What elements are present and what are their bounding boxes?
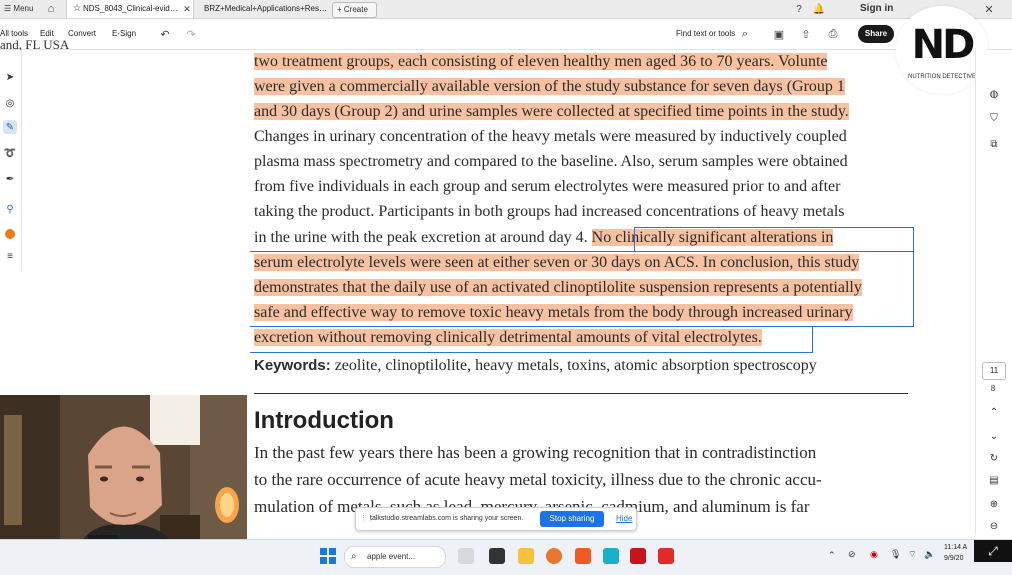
keywords-label: Keywords:: [254, 357, 331, 374]
volume-icon[interactable]: 🔈: [924, 549, 935, 560]
document-icon[interactable]: ▤: [986, 472, 1002, 488]
screen-share-banner: ⋮⋮ talkstudio.streamlabs.com is sharing …: [355, 507, 637, 531]
convert-menu[interactable]: Convert: [68, 19, 96, 49]
search-icon[interactable]: ⌕: [738, 27, 752, 41]
right-sidebar: ◍ ⛉ ⧉ 11 8 ⌃ ⌄ ↻ ▤ ⊕ ⊖: [975, 50, 1012, 535]
abstract-line: and 30 days (Group 2) and urine samples …: [254, 103, 849, 120]
tab-label: NDS_8043_Clinical-evid…: [83, 4, 178, 13]
page-number-field[interactable]: 11: [982, 362, 1006, 380]
upload-icon[interactable]: ⇧: [799, 27, 813, 41]
close-icon[interactable]: ✕: [181, 2, 193, 16]
pin-icon[interactable]: ⚲: [3, 202, 17, 216]
tab-active[interactable]: ☆ NDS_8043_Clinical-evid… ✕: [66, 0, 194, 18]
esign-menu[interactable]: E-Sign: [112, 19, 136, 49]
pdf-document-view: two treatment groups, each consisting of…: [250, 50, 920, 535]
keywords-text: zeolite, clinoptilolite, heavy metals, t…: [334, 357, 817, 374]
taskbar-date: 9/9/20: [944, 555, 964, 562]
home-icon[interactable]: ⌂: [44, 2, 58, 16]
browser-menu-button[interactable]: ☰ Menu: [4, 0, 33, 18]
chevron-down-icon[interactable]: ⌄: [986, 428, 1002, 444]
cursor-icon[interactable]: ➤: [3, 70, 17, 84]
hide-link[interactable]: Hide: [616, 508, 632, 530]
browser-tab-bar: ☰ Menu ⌂ ☆ NDS_8043_Clinical-evid… ✕ BRZ…: [0, 0, 1012, 19]
text-selection-box[interactable]: [634, 227, 914, 252]
print-icon[interactable]: ⎙: [826, 27, 840, 41]
zoom-in-icon[interactable]: ⊕: [986, 496, 1002, 512]
wifi-icon[interactable]: ⌔: [908, 549, 916, 560]
text-selection-box[interactable]: [250, 326, 813, 353]
mic-icon[interactable]: 🎙: [890, 549, 901, 560]
menu-lines-icon: ☰: [4, 4, 14, 13]
tab-inactive[interactable]: BRZ+Medical+Applications+Res…: [196, 0, 327, 18]
help-icon[interactable]: ?: [792, 2, 806, 16]
abstract-line: from five individuals in each group and …: [254, 178, 841, 195]
tray-icon[interactable]: ⊘: [848, 549, 856, 560]
left-tool-rail: ➤ ◎ ✎ ➰ ✒ ⚲ ≡: [0, 50, 22, 270]
tray-record-icon[interactable]: ◉: [870, 549, 878, 560]
comment-icon[interactable]: ◎: [3, 96, 17, 110]
intro-line: In the past few years there has been a g…: [254, 443, 817, 462]
plus-icon: +: [337, 5, 344, 14]
share-button[interactable]: Share: [858, 25, 894, 43]
chevron-up-icon[interactable]: ⌃: [986, 404, 1002, 420]
color-dot-icon[interactable]: [3, 227, 17, 241]
menu-lines-icon[interactable]: ≡: [3, 249, 17, 263]
bookmark-icon[interactable]: ⛉: [986, 110, 1002, 126]
windows-taskbar: ⌕ apple event... ⌃ ⊘ ◉ 🎙 ⌔ 🔈 11:14 A 9/9…: [0, 539, 1012, 575]
page-total: 8: [990, 384, 996, 393]
widgets-icon[interactable]: [458, 548, 474, 564]
taskbar-search-text: apple event...: [367, 552, 416, 561]
file-explorer-icon[interactable]: [518, 548, 534, 564]
comment-panel-icon[interactable]: ◍: [986, 86, 1002, 102]
lasso-icon[interactable]: ➰: [3, 146, 17, 160]
stamp-icon[interactable]: ✒: [3, 172, 17, 186]
app-toolbar: All tools Edit Convert E-Sign ↶ ↷ Find t…: [0, 19, 1012, 50]
expand-icon[interactable]: ⤢: [974, 540, 1012, 562]
abstract-line: Changes in urinary concentration of the …: [254, 128, 847, 145]
refresh-icon[interactable]: ↻: [986, 450, 1002, 466]
save-icon[interactable]: ▣: [772, 27, 786, 41]
stop-sharing-button[interactable]: Stop sharing: [540, 511, 604, 527]
bell-icon[interactable]: 🔔: [812, 2, 826, 16]
highlight-pen-icon[interactable]: ✎: [3, 120, 17, 134]
zoom-out-icon[interactable]: ⊖: [986, 518, 1002, 534]
sign-in-link[interactable]: Sign in: [860, 0, 893, 18]
abstract-line: taking the product. Participants in both…: [254, 203, 845, 220]
abstract-line: plasma mass spectrometry and compared to…: [254, 153, 848, 170]
redo-icon[interactable]: ↷: [184, 27, 198, 41]
search-icon: ⌕: [351, 551, 357, 562]
windows-start-icon[interactable]: [320, 548, 336, 564]
intro-line: to the rare occurrence of acute heavy me…: [254, 470, 822, 489]
taskbar-search[interactable]: ⌕ apple event...: [344, 546, 446, 568]
find-text-input[interactable]: Find text or tools: [676, 19, 735, 49]
streamlabs-icon[interactable]: [658, 548, 674, 564]
firefox-icon[interactable]: [546, 548, 562, 564]
create-tab-button[interactable]: + Create: [332, 2, 377, 18]
abstract-line: two treatment groups, each consisting of…: [254, 53, 828, 70]
taskbar-time: 11:14 A: [944, 544, 968, 551]
window-close-icon[interactable]: ✕: [982, 2, 996, 16]
task-view-icon[interactable]: [489, 548, 505, 564]
pages-icon[interactable]: ⧉: [986, 136, 1002, 152]
acrobat-icon[interactable]: [630, 548, 646, 564]
undo-icon[interactable]: ↶: [158, 27, 172, 41]
abstract-line: were given a commercially available vers…: [254, 78, 845, 95]
text-selection-box[interactable]: [250, 251, 914, 327]
brave-icon[interactable]: [575, 548, 591, 564]
abstract-line: in the urine with the peak excretion at …: [254, 229, 588, 246]
star-icon: ☆: [72, 3, 82, 14]
app-icon[interactable]: [603, 548, 619, 564]
tab-label: BRZ+Medical+Applications+Res…: [204, 4, 327, 13]
section-divider: [254, 393, 908, 394]
intro-heading: Introduction: [254, 407, 394, 434]
share-message: talkstudio.streamlabs.com is sharing you…: [370, 515, 524, 522]
chevron-up-icon[interactable]: ⌃: [828, 550, 836, 561]
